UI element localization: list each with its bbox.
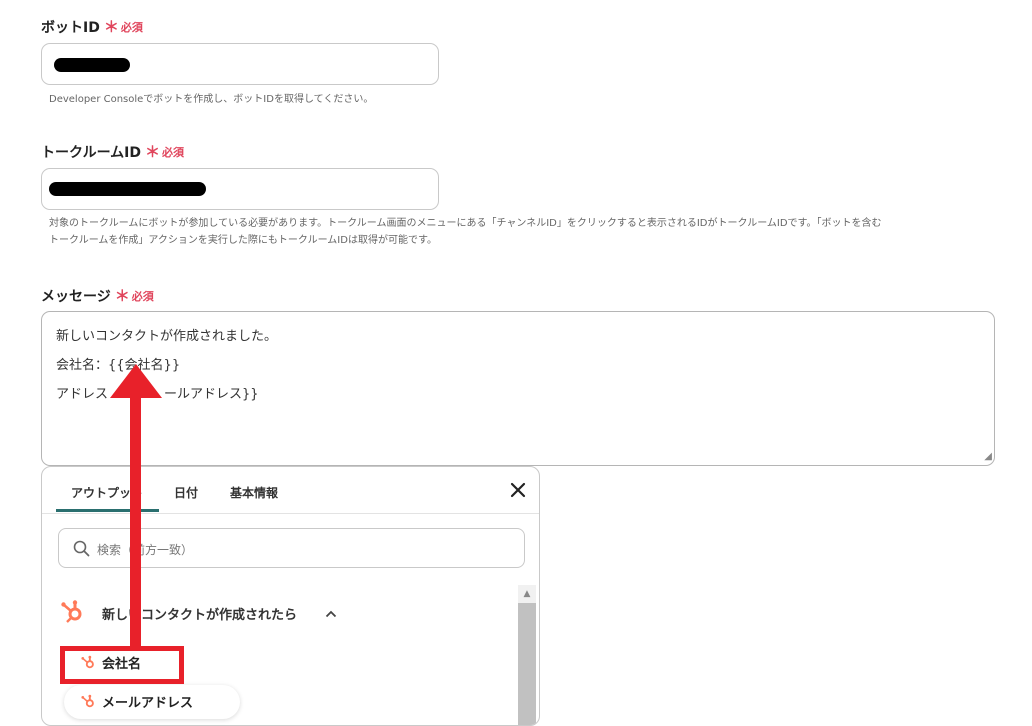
message-line-3-end: ールアドレス}}	[164, 387, 259, 402]
required-mark: ＊	[145, 143, 161, 161]
required-text: 必須	[162, 145, 185, 159]
message-line-1: 新しいコンタクトが作成されました。	[56, 329, 278, 344]
message-label-text: メッセージ	[41, 288, 111, 305]
talk-room-id-label-text: トークルームID	[41, 144, 141, 161]
search-icon	[73, 540, 90, 557]
message-textarea[interactable]: 新しいコンタクトが作成されました。 会社名：{{会社名}} アドレス ールアドレス…	[41, 311, 995, 466]
message-line-3: アドレス ールアドレス}}	[56, 380, 980, 409]
output-item-label: メールアドレス	[102, 696, 194, 711]
bot-id-label-text: ボットID	[41, 19, 100, 36]
bot-id-label: ボットID ＊ 必須	[41, 16, 143, 37]
message-line-2: 会社名：{{会社名}}	[56, 358, 181, 373]
talk-room-id-label: トークルームID ＊ 必須	[41, 141, 184, 162]
resize-handle-icon[interactable]: ◢	[980, 451, 992, 463]
required-text: 必須	[131, 289, 154, 303]
close-icon[interactable]	[507, 479, 529, 501]
chevron-up-icon[interactable]	[325, 609, 337, 619]
talk-room-id-input[interactable]	[41, 168, 439, 210]
redacted-value	[49, 182, 206, 196]
tab-output[interactable]: アウトプット	[71, 484, 143, 501]
active-tab-indicator	[56, 509, 159, 512]
tab-basic-info[interactable]: 基本情報	[230, 484, 278, 501]
message-line-3-start: アドレス	[56, 387, 109, 402]
required-mark: ＊	[114, 287, 130, 305]
bot-id-help: Developer Consoleでボットを作成し、ボットIDを取得してください…	[49, 94, 374, 105]
scroll-thumb[interactable]	[518, 603, 536, 725]
hubspot-icon	[81, 694, 94, 707]
talk-room-id-help: 対象のトークルームにボットが参加している必要があります。トークルーム画面のメニュ…	[49, 215, 999, 249]
message-label: メッセージ ＊ 必須	[41, 285, 154, 306]
trigger-group-title[interactable]: 新しいコンタクトが作成されたら	[102, 604, 297, 623]
talk-room-id-help-line1: 対象のトークルームにボットが参加している必要があります。トークルーム画面のメニュ…	[49, 218, 882, 229]
picker-scrollbar[interactable]: ▲	[518, 585, 536, 725]
hubspot-icon	[61, 600, 82, 623]
scroll-up-icon[interactable]: ▲	[518, 585, 536, 603]
output-picker-panel: アウトプット 日付 基本情報 検索（前方一致） 新しいコンタクトが作成されたら	[41, 466, 540, 726]
annotation-highlight-box	[60, 646, 184, 684]
search-input[interactable]: 検索（前方一致）	[58, 528, 525, 568]
redacted-value	[54, 58, 130, 72]
talk-room-id-help-line2: トークルームを作成」アクションを実行した際にもトークルームIDは取得が可能です。	[49, 235, 437, 246]
required-mark: ＊	[103, 18, 119, 36]
tab-date[interactable]: 日付	[174, 484, 198, 501]
required-text: 必須	[120, 20, 143, 34]
picker-tabs: アウトプット 日付 基本情報	[42, 467, 539, 514]
bot-id-input[interactable]	[41, 43, 439, 85]
search-placeholder: 検索（前方一致）	[97, 543, 194, 557]
output-item-email[interactable]: メールアドレス	[80, 692, 193, 711]
